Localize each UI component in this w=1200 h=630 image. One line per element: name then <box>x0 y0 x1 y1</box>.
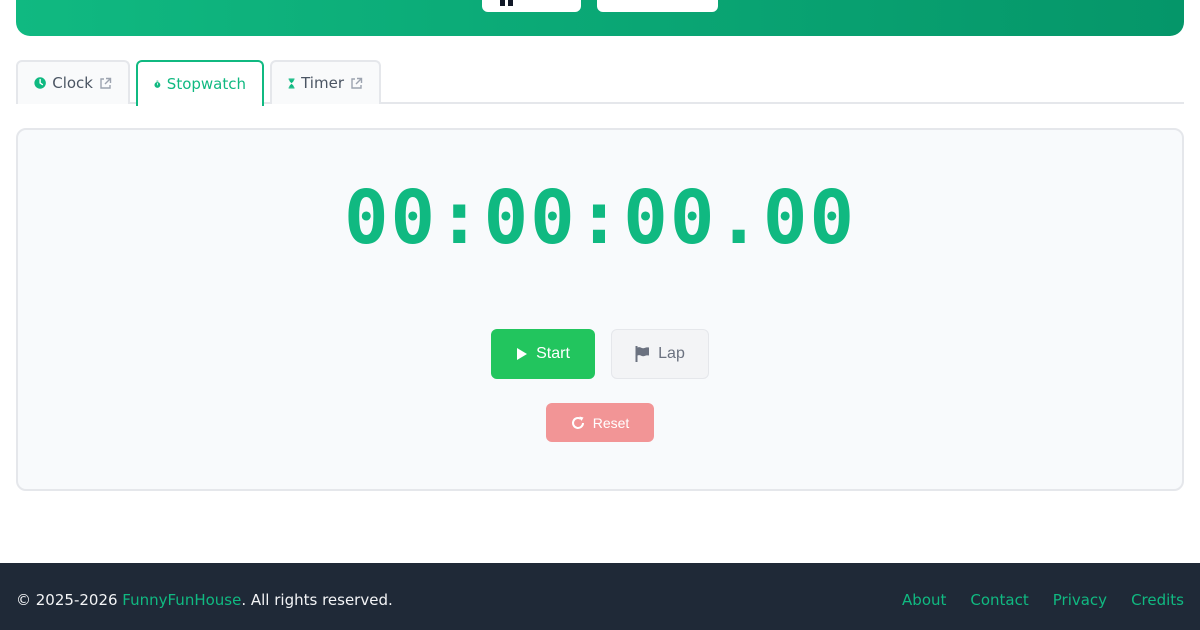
footer-link-privacy[interactable]: Privacy <box>1053 591 1107 609</box>
tab-timer-label: Timer <box>301 74 344 92</box>
copyright-text: © 2025-2026 FunnyFunHouse. All rights re… <box>16 591 393 609</box>
hourglass-icon <box>288 77 295 89</box>
start-button[interactable]: Start <box>491 329 595 379</box>
tab-bar: Clock Stopwatch Timer <box>16 60 1184 106</box>
hero-banner <box>16 0 1184 36</box>
hero-button-primary[interactable] <box>482 0 581 12</box>
tab-clock[interactable]: Clock <box>16 60 130 104</box>
start-button-label: Start <box>536 345 570 362</box>
flag-icon <box>635 346 650 362</box>
play-icon <box>517 348 528 360</box>
external-link-icon <box>350 77 363 90</box>
tab-clock-label: Clock <box>52 74 93 92</box>
stopwatch-icon <box>154 80 161 88</box>
lap-button-label: Lap <box>658 345 685 362</box>
stopwatch-panel: 00:00:00.00 Start Lap Reset <box>16 128 1184 491</box>
footer-links: About Contact Privacy Credits <box>902 591 1184 609</box>
reset-button[interactable]: Reset <box>546 403 654 442</box>
pause-icon <box>500 0 514 6</box>
external-link-icon <box>99 77 112 90</box>
footer-link-credits[interactable]: Credits <box>1131 591 1184 609</box>
lap-button[interactable]: Lap <box>611 329 709 379</box>
footer: © 2025-2026 FunnyFunHouse. All rights re… <box>0 563 1200 630</box>
footer-link-about[interactable]: About <box>902 591 946 609</box>
stopwatch-display: 00:00:00.00 <box>343 175 857 261</box>
tab-stopwatch-label: Stopwatch <box>166 75 246 93</box>
reset-icon <box>571 416 584 429</box>
brand-link[interactable]: FunnyFunHouse <box>122 591 241 609</box>
tab-stopwatch[interactable]: Stopwatch <box>136 60 264 106</box>
clock-icon <box>34 77 46 89</box>
hero-button-secondary[interactable] <box>597 0 718 12</box>
reset-button-label: Reset <box>592 414 630 431</box>
footer-link-contact[interactable]: Contact <box>970 591 1028 609</box>
tab-timer[interactable]: Timer <box>270 60 381 104</box>
